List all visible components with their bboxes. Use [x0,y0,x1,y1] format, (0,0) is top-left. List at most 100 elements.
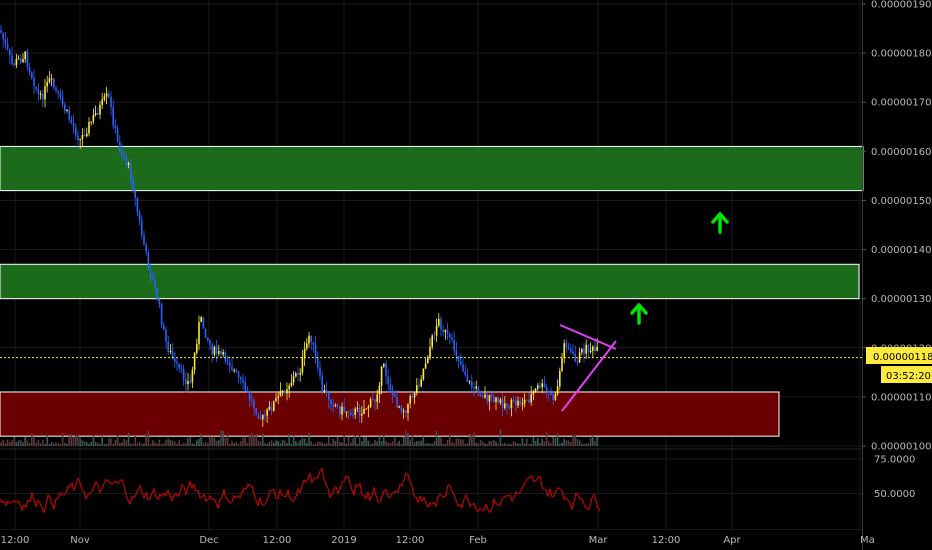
volume-bar [323,443,326,446]
candle-body [345,411,348,413]
candle-body [486,394,488,402]
candle-body [418,385,420,387]
candle-body [244,382,246,391]
candle-body [108,93,110,97]
volume-bar [64,442,66,446]
candle-body [457,356,460,362]
volume-bar [475,442,477,446]
candle-body [33,77,35,87]
candle-body [75,127,77,136]
candle-body [130,162,132,179]
volume-bar [435,431,438,446]
candle-body [4,39,7,44]
volume-bar [482,441,484,446]
candle-body [257,414,260,419]
volume-bar [218,439,220,446]
time-tick-label: Feb [469,535,487,546]
volume-bar [50,442,53,446]
candle-body [72,123,75,128]
candle-body [79,139,81,141]
volume-bar [138,442,141,446]
volume-bar [548,440,550,446]
candle-body [165,329,167,342]
volume-bar [433,440,436,446]
price-chart[interactable]: 0.00000190 0.00000180 0.00000170 0.00000160… [0,0,932,550]
volume-bar [515,442,517,446]
volume-bar [345,443,348,446]
time-tick-label: 2019 [331,535,356,546]
volume-bar [356,443,359,446]
volume-bar [123,438,125,446]
volume-bar [576,438,579,446]
volume-bar [286,442,288,446]
volume-bar [233,443,235,446]
candle-body [83,134,86,137]
candle-body [424,363,427,369]
volume-bar [86,442,88,446]
volume-bar [400,443,403,446]
candle-body [466,375,469,382]
candle-body [37,89,40,95]
candle-body [341,406,343,415]
volume-bar [444,443,447,446]
candle-body [207,337,209,340]
volume-bar [163,443,165,446]
time-tick-label: Apr [723,535,741,546]
volume-bar [565,440,568,446]
volume-bar [44,443,46,446]
volume-bar [594,441,596,446]
candle-body [501,399,504,409]
volume-bar [339,441,341,446]
candle-body [314,344,317,357]
candle-body [471,381,473,388]
volume-bar [466,442,469,446]
volume-bar [127,432,130,446]
candle-body [26,51,29,67]
candle-body [581,349,583,353]
candle-body [306,343,308,349]
candle-body [385,363,387,377]
candle-body [185,379,187,385]
volume-bar [279,443,282,446]
candle-body [321,375,323,392]
candle-body [323,390,326,392]
candle-body [400,406,403,412]
volume-bar [352,438,354,446]
candle-body [53,78,55,88]
candle-body [596,346,598,351]
candle-body [211,344,213,355]
volume-bar [369,443,372,446]
candle-body [55,87,57,91]
candle-body [209,339,211,345]
volume-bar [354,435,356,446]
volume-bar [110,438,112,446]
volume-bar [572,435,574,446]
volume-bar [523,443,526,446]
candle-body [543,383,546,387]
candle-body [532,392,535,395]
time-tick-label: Dec [199,535,218,546]
candle-body [396,397,398,408]
candle-body [66,109,68,111]
candle-body [99,104,101,115]
candle-body [268,406,271,410]
volume-bar [574,435,576,446]
candle-body [455,350,458,357]
candle-body [226,360,229,363]
candle-body [468,381,471,383]
candle-body [442,329,444,332]
candle-body [143,234,145,245]
volume-bar [314,443,317,446]
candle-body [233,369,235,371]
volume-bar [411,435,414,446]
volume-bar [297,442,299,446]
current-price-value: 0.00000118 [873,352,932,363]
volume-bar [556,433,559,446]
volume-bar [517,443,519,446]
candle-body [61,96,64,105]
candle-body [380,366,383,386]
price-tick-label: 0.00000180 [871,49,931,60]
candle-body [462,363,464,372]
candle-body [449,333,451,338]
candle-body [13,64,15,66]
